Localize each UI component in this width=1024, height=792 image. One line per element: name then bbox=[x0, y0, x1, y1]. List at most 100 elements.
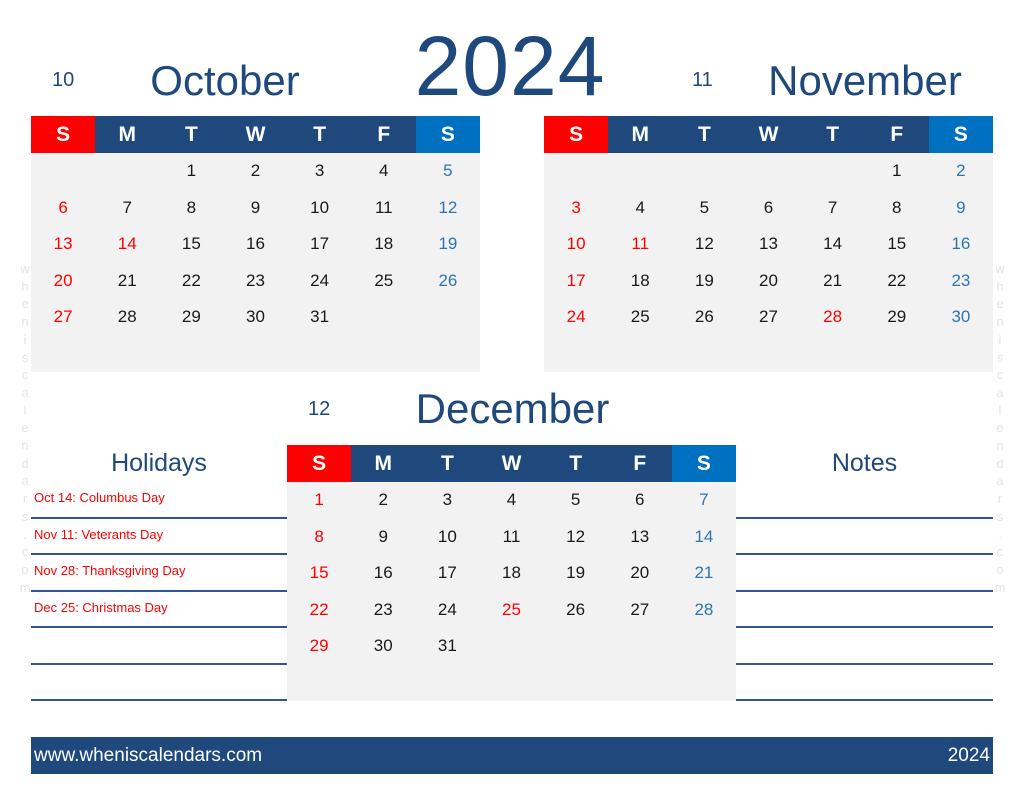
day-cell[interactable]: 9 bbox=[929, 190, 993, 227]
day-cell[interactable]: 20 bbox=[31, 263, 95, 300]
day-cell[interactable]: 15 bbox=[159, 226, 223, 263]
day-cell[interactable]: 22 bbox=[159, 263, 223, 300]
day-cell[interactable]: 10 bbox=[288, 190, 352, 227]
day-cell[interactable]: 5 bbox=[672, 190, 736, 227]
day-cell[interactable]: 13 bbox=[608, 519, 672, 556]
day-cell[interactable]: 7 bbox=[95, 190, 159, 227]
day-cell[interactable]: 11 bbox=[479, 519, 543, 556]
day-cell[interactable]: 13 bbox=[736, 226, 800, 263]
day-cell[interactable]: 19 bbox=[544, 555, 608, 592]
day-cell[interactable]: 1 bbox=[287, 482, 351, 519]
day-cell[interactable]: 20 bbox=[736, 263, 800, 300]
day-cell[interactable]: 12 bbox=[672, 226, 736, 263]
day-cell[interactable]: 28 bbox=[672, 592, 736, 629]
day-cell[interactable]: 5 bbox=[544, 482, 608, 519]
day-cell[interactable]: 10 bbox=[415, 519, 479, 556]
day-cell[interactable]: 6 bbox=[31, 190, 95, 227]
day-cell[interactable]: 3 bbox=[544, 190, 608, 227]
day-cell[interactable]: 23 bbox=[351, 592, 415, 629]
day-cell[interactable]: 30 bbox=[351, 628, 415, 665]
holiday-line[interactable]: Dec 25: Christmas Day bbox=[31, 592, 287, 628]
holiday-day-cell[interactable]: 11 bbox=[608, 226, 672, 263]
day-cell[interactable]: 18 bbox=[608, 263, 672, 300]
day-cell[interactable]: 9 bbox=[223, 190, 287, 227]
day-cell[interactable]: 24 bbox=[544, 299, 608, 336]
day-cell[interactable]: 10 bbox=[544, 226, 608, 263]
note-line[interactable] bbox=[736, 555, 993, 592]
day-cell[interactable]: 3 bbox=[288, 153, 352, 190]
day-cell[interactable]: 27 bbox=[608, 592, 672, 629]
day-cell[interactable]: 14 bbox=[672, 519, 736, 556]
note-line[interactable] bbox=[736, 519, 993, 555]
holiday-day-cell[interactable]: 25 bbox=[479, 592, 543, 629]
holiday-line[interactable]: Nov 11: Veterants Day bbox=[31, 519, 287, 555]
day-cell[interactable]: 3 bbox=[415, 482, 479, 519]
holiday-line[interactable]: Oct 14: Columbus Day bbox=[31, 482, 287, 519]
day-cell[interactable]: 17 bbox=[415, 555, 479, 592]
holiday-line[interactable] bbox=[31, 665, 287, 701]
day-cell[interactable]: 26 bbox=[544, 592, 608, 629]
day-cell[interactable]: 17 bbox=[288, 226, 352, 263]
holiday-line[interactable]: Nov 28: Thanksgiving Day bbox=[31, 555, 287, 592]
day-cell[interactable]: 21 bbox=[95, 263, 159, 300]
day-cell[interactable]: 1 bbox=[865, 153, 929, 190]
day-cell[interactable]: 20 bbox=[608, 555, 672, 592]
holiday-day-cell[interactable]: 14 bbox=[95, 226, 159, 263]
day-cell[interactable]: 19 bbox=[416, 226, 480, 263]
note-line[interactable] bbox=[736, 628, 993, 665]
day-cell[interactable]: 17 bbox=[544, 263, 608, 300]
day-cell[interactable]: 8 bbox=[159, 190, 223, 227]
day-cell[interactable]: 26 bbox=[416, 263, 480, 300]
day-cell[interactable]: 9 bbox=[351, 519, 415, 556]
day-cell[interactable]: 25 bbox=[352, 263, 416, 300]
day-cell[interactable]: 15 bbox=[287, 555, 351, 592]
holiday-line[interactable] bbox=[31, 628, 287, 665]
day-cell[interactable]: 29 bbox=[287, 628, 351, 665]
day-cell[interactable]: 31 bbox=[415, 628, 479, 665]
day-cell[interactable]: 2 bbox=[929, 153, 993, 190]
day-cell[interactable]: 8 bbox=[287, 519, 351, 556]
day-cell[interactable]: 2 bbox=[351, 482, 415, 519]
day-cell[interactable]: 12 bbox=[416, 190, 480, 227]
day-cell[interactable]: 16 bbox=[929, 226, 993, 263]
day-cell[interactable]: 16 bbox=[351, 555, 415, 592]
day-cell[interactable]: 4 bbox=[608, 190, 672, 227]
day-cell[interactable]: 28 bbox=[95, 299, 159, 336]
day-cell[interactable]: 8 bbox=[865, 190, 929, 227]
holiday-day-cell[interactable]: 28 bbox=[801, 299, 865, 336]
day-cell[interactable]: 11 bbox=[352, 190, 416, 227]
footer-website-link[interactable]: www.wheniscalendars.com bbox=[34, 745, 262, 767]
day-cell[interactable]: 29 bbox=[865, 299, 929, 336]
day-cell[interactable]: 22 bbox=[865, 263, 929, 300]
day-cell[interactable]: 30 bbox=[929, 299, 993, 336]
day-cell[interactable]: 24 bbox=[288, 263, 352, 300]
note-line[interactable] bbox=[736, 482, 993, 519]
day-cell[interactable]: 2 bbox=[223, 153, 287, 190]
day-cell[interactable]: 4 bbox=[352, 153, 416, 190]
day-cell[interactable]: 21 bbox=[801, 263, 865, 300]
day-cell[interactable]: 25 bbox=[608, 299, 672, 336]
day-cell[interactable]: 12 bbox=[544, 519, 608, 556]
note-line[interactable] bbox=[736, 592, 993, 628]
day-cell[interactable]: 27 bbox=[736, 299, 800, 336]
day-cell[interactable]: 16 bbox=[223, 226, 287, 263]
day-cell[interactable]: 23 bbox=[223, 263, 287, 300]
day-cell[interactable]: 29 bbox=[159, 299, 223, 336]
day-cell[interactable]: 5 bbox=[416, 153, 480, 190]
day-cell[interactable]: 23 bbox=[929, 263, 993, 300]
day-cell[interactable]: 14 bbox=[801, 226, 865, 263]
day-cell[interactable]: 6 bbox=[608, 482, 672, 519]
day-cell[interactable]: 7 bbox=[801, 190, 865, 227]
day-cell[interactable]: 27 bbox=[31, 299, 95, 336]
day-cell[interactable]: 7 bbox=[672, 482, 736, 519]
day-cell[interactable]: 24 bbox=[415, 592, 479, 629]
day-cell[interactable]: 13 bbox=[31, 226, 95, 263]
note-line[interactable] bbox=[736, 665, 993, 701]
day-cell[interactable]: 18 bbox=[352, 226, 416, 263]
day-cell[interactable]: 31 bbox=[288, 299, 352, 336]
day-cell[interactable]: 22 bbox=[287, 592, 351, 629]
day-cell[interactable]: 15 bbox=[865, 226, 929, 263]
day-cell[interactable]: 4 bbox=[479, 482, 543, 519]
day-cell[interactable]: 21 bbox=[672, 555, 736, 592]
day-cell[interactable]: 18 bbox=[479, 555, 543, 592]
